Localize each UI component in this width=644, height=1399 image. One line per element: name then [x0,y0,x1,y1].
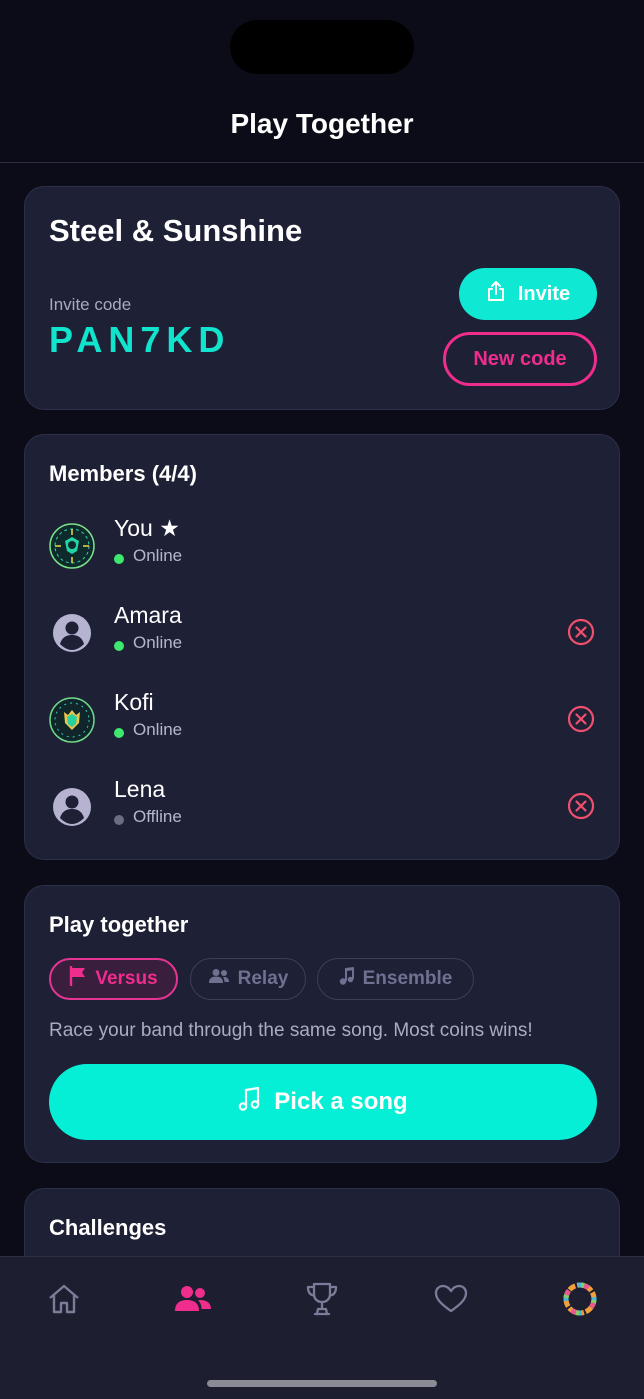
mode-chip-relay[interactable]: Relay [190,958,306,1000]
member-name: You ★ [114,515,180,541]
tab-bar [0,1256,644,1399]
member-row[interactable]: Lena Offline [49,776,597,836]
pick-song-button[interactable]: Pick a song [49,1064,597,1140]
camera-notch [230,20,414,74]
online-status-dot [114,554,124,564]
band-icon [175,1286,211,1311]
band-name: Steel & Sunshine [49,213,303,248]
new-code-button[interactable]: New code [443,332,597,386]
mode-description: Race your band through the same song. Mo… [49,1020,533,1041]
home-icon [49,1284,79,1314]
mode-chip-versus[interactable]: Versus [49,958,178,1000]
tab-band[interactable] [171,1277,215,1321]
people-icon [208,968,230,990]
page-title: Play Together [230,108,414,139]
share-icon [486,280,506,308]
member-name: Amara [114,602,182,628]
invite-code: PAN7KD [49,319,231,360]
online-status-dot [114,728,124,738]
home-indicator [207,1380,437,1387]
profile-ring-icon [563,1282,597,1316]
members-card: Members (4/4) You ★ Online Amara Online … [24,434,620,860]
offline-status-dot [114,815,124,825]
pick-song-label: Pick a song [274,1088,408,1115]
tab-favorites[interactable] [429,1277,473,1321]
members-title: Members (4/4) [49,461,197,486]
flag-icon [69,965,87,992]
tab-trophy[interactable] [300,1277,344,1321]
lion-crest-icon [49,697,95,743]
heart-icon [434,1284,468,1313]
play-together-card: Play together Versus Relay Ensemble Race… [24,885,620,1163]
remove-member-icon[interactable] [567,792,595,820]
person-icon [49,610,95,656]
online-status-dot [114,641,124,651]
tab-home[interactable] [42,1277,86,1321]
mode-chip-ensemble[interactable]: Ensemble [317,958,474,1000]
invite-code-label: Invite code [49,295,132,314]
play-together-title: Play together [49,912,189,937]
member-row[interactable]: Amara Online [49,602,597,662]
sun-crest-icon [49,523,95,569]
person-icon [49,784,95,830]
tab-profile[interactable] [558,1277,602,1321]
remove-member-icon[interactable] [567,618,595,646]
member-status: Online [133,633,183,652]
remove-member-icon[interactable] [567,705,595,733]
member-status: Online [133,720,183,739]
mode-label: Ensemble [362,968,453,989]
member-status: Offline [133,807,182,826]
trophy-icon [306,1282,338,1316]
member-row[interactable]: You ★ Online [49,515,597,575]
band-card: Steel & Sunshine Invite code PAN7KD Invi… [24,186,620,410]
invite-button[interactable]: Invite [459,268,597,320]
mode-label: Versus [95,968,158,989]
member-name: Kofi [114,689,154,715]
header-divider [0,162,644,163]
member-name: Lena [114,776,166,802]
music-note-icon [238,1086,260,1119]
mode-label: Relay [237,968,289,989]
member-row[interactable]: Kofi Online [49,689,597,749]
music-note-icon [339,966,355,992]
challenges-title: Challenges [49,1215,167,1240]
member-status: Online [133,546,183,565]
invite-button-label: Invite [517,282,571,305]
